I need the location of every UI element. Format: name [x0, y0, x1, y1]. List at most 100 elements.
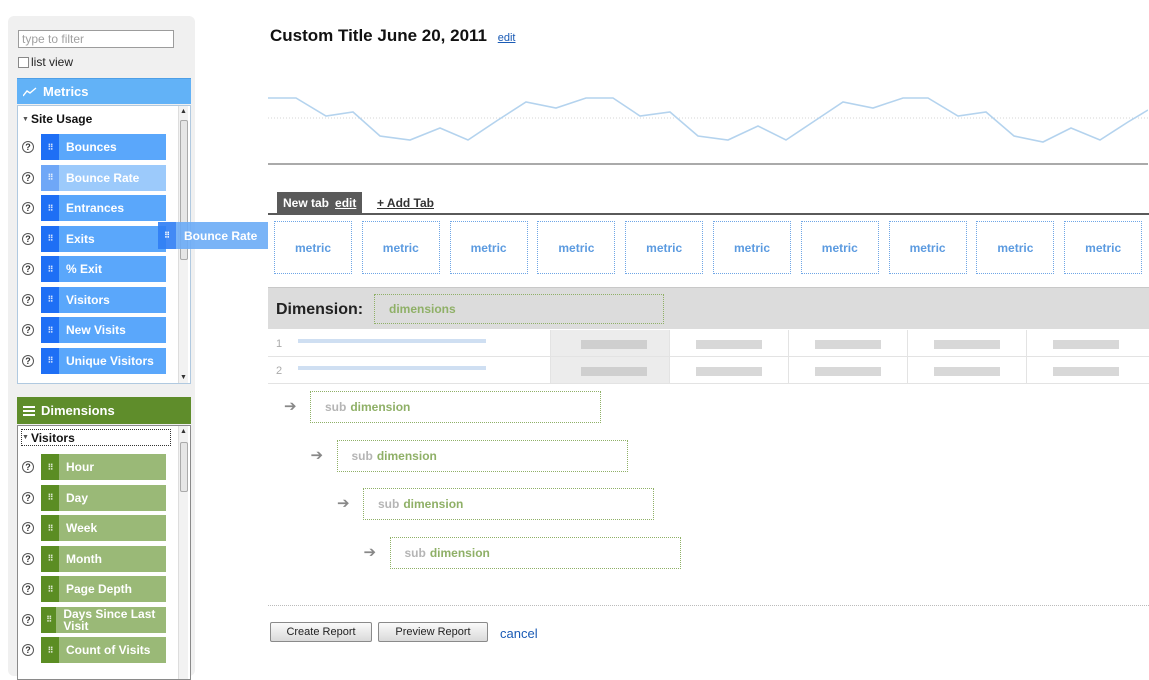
preview-report-button[interactable]: Preview Report [378, 622, 488, 642]
help-icon[interactable]: ? [22, 552, 34, 565]
metric-drop-slot[interactable]: metric [800, 221, 879, 274]
metric-drop-slot[interactable]: metric [713, 221, 791, 274]
drag-grip-icon[interactable]: ⠿ [41, 195, 59, 221]
drag-grip-icon[interactable]: ⠿ [41, 637, 59, 663]
sub-dimension-drop-slot[interactable]: sub dimension [310, 391, 601, 423]
drag-grip-icon[interactable]: ⠿ [41, 134, 59, 160]
dim-item[interactable]: ? ⠿ Days Since Last Visit [22, 606, 172, 633]
collapse-triangle-icon: ▼ [22, 434, 29, 441]
dimensions-scrollbar[interactable]: ▲ [178, 426, 188, 679]
metric-item[interactable]: ? ⠿ Bounces [22, 134, 172, 160]
help-icon[interactable]: ? [22, 141, 34, 153]
sub-dimension-drop-slot[interactable]: sub dimension [363, 488, 654, 520]
help-icon[interactable]: ? [22, 583, 34, 595]
metric-item[interactable]: ? ⠿ Visitors [22, 286, 172, 313]
tab-new-tab[interactable]: New tab edit [277, 192, 363, 214]
dimensions-panel-header[interactable]: Dimensions [17, 397, 191, 424]
scroll-up-icon[interactable]: ▲ [180, 108, 187, 115]
drag-grip-icon[interactable]: ⠿ [41, 545, 59, 572]
drag-grip-icon[interactable]: ⠿ [41, 225, 59, 252]
metric-pill[interactable]: ⠿ Bounce Rate [41, 164, 166, 191]
help-icon[interactable]: ? [22, 644, 34, 656]
help-icon[interactable]: ? [22, 232, 34, 245]
metric-item[interactable]: ? ⠿ Bounce Rate [22, 164, 172, 191]
help-icon[interactable]: ? [22, 354, 34, 367]
scroll-up-icon[interactable]: ▲ [180, 428, 187, 435]
dim-pill[interactable]: ⠿ Page Depth [41, 576, 166, 602]
help-icon[interactable]: ? [22, 263, 34, 275]
metric-item[interactable]: ? ⠿ Exits [22, 225, 172, 252]
list-view-checkbox[interactable] [18, 56, 29, 68]
drag-grip-icon[interactable]: ⠿ [41, 606, 57, 633]
metric-drop-slot[interactable]: metric [625, 221, 704, 274]
dimension-drop-slot[interactable]: dimensions [374, 294, 664, 324]
drag-grip-icon[interactable]: ⠿ [41, 515, 59, 541]
dim-item[interactable]: ? ⠿ Day [22, 484, 172, 511]
drag-grip-icon[interactable]: ⠿ [41, 347, 59, 374]
dim-item[interactable]: ? ⠿ Hour [22, 454, 172, 480]
title-edit-link[interactable]: edit [498, 32, 516, 44]
metric-item[interactable]: ? ⠿ Entrances [22, 195, 172, 221]
drag-grip-icon[interactable]: ⠿ [41, 576, 59, 602]
metric-drop-slot[interactable]: metric [274, 221, 352, 274]
dim-pill[interactable]: ⠿ Month [41, 545, 166, 572]
metric-pill[interactable]: ⠿ New Visits [41, 317, 166, 343]
dim-pill[interactable]: ⠿ Week [41, 515, 166, 541]
help-icon[interactable]: ? [22, 613, 34, 626]
help-icon[interactable]: ? [22, 522, 34, 534]
dim-item[interactable]: ? ⠿ Week [22, 515, 172, 541]
metric-drop-slot[interactable]: metric [888, 221, 967, 274]
metric-pill[interactable]: ⠿ Unique Visitors [41, 347, 166, 374]
table-row[interactable]: 1 [268, 330, 1149, 357]
drag-grip-icon[interactable]: ⠿ [41, 164, 59, 191]
help-icon[interactable]: ? [22, 171, 34, 184]
create-report-button[interactable]: Create Report [270, 622, 372, 642]
sub-dimension-drop-slot[interactable]: sub dimension [389, 536, 681, 569]
list-view-toggle[interactable]: list view [18, 55, 73, 69]
metric-drop-slot[interactable]: metric [361, 221, 440, 274]
dimensions-group-visitors[interactable]: ▼ Visitors [21, 429, 171, 446]
sub-dimension-drop-slot[interactable]: sub dimension [336, 439, 628, 472]
dim-item[interactable]: ? ⠿ Page Depth [22, 576, 172, 602]
dimensions-scroll-thumb[interactable] [180, 442, 188, 492]
metric-pill[interactable]: ⠿ % Exit [41, 256, 166, 282]
metric-pill[interactable]: ⠿ Exits [41, 225, 166, 252]
dim-pill[interactable]: ⠿ Count of Visits [41, 637, 166, 663]
help-icon[interactable]: ? [22, 293, 34, 306]
help-icon[interactable]: ? [22, 461, 34, 473]
sub-prefix: sub [351, 448, 373, 463]
metric-item[interactable]: ? ⠿ % Exit [22, 256, 172, 282]
metrics-header-label: Metrics [43, 84, 89, 99]
dim-item[interactable]: ? ⠿ Count of Visits [22, 637, 172, 663]
help-icon[interactable]: ? [22, 491, 34, 504]
dragging-metric-bounce-rate[interactable]: ⠿ Bounce Rate [158, 222, 283, 249]
scroll-down-icon[interactable]: ▼ [180, 374, 187, 381]
metric-drop-slot[interactable]: metric [449, 221, 528, 274]
help-icon[interactable]: ? [22, 202, 34, 214]
drag-grip-icon[interactable]: ⠿ [41, 454, 59, 480]
dim-pill[interactable]: ⠿ Day [41, 484, 166, 511]
metrics-group-site-usage[interactable]: ▼ Site Usage [22, 112, 92, 126]
filter-input[interactable] [18, 30, 174, 48]
drag-grip-icon[interactable]: ⠿ [41, 256, 59, 282]
metric-item[interactable]: ? ⠿ Unique Visitors [22, 347, 172, 374]
tab-edit-link[interactable]: edit [335, 196, 356, 210]
metric-pill[interactable]: ⠿ Bounces [41, 134, 166, 160]
metric-drop-slot[interactable]: metric [537, 221, 616, 274]
dim-pill[interactable]: ⠿ Days Since Last Visit [41, 606, 166, 633]
table-row[interactable]: 2 [268, 357, 1149, 384]
drag-grip-icon[interactable]: ⠿ [41, 484, 59, 511]
metric-pill[interactable]: ⠿ Entrances [41, 195, 166, 221]
help-icon[interactable]: ? [22, 324, 34, 336]
drag-grip-icon[interactable]: ⠿ [41, 286, 59, 313]
dim-item[interactable]: ? ⠿ Month [22, 545, 172, 572]
add-tab-link[interactable]: + Add Tab [377, 196, 434, 210]
dim-pill[interactable]: ⠿ Hour [41, 454, 166, 480]
drag-grip-icon[interactable]: ⠿ [41, 317, 59, 343]
metrics-panel-header[interactable]: Metrics [17, 78, 191, 104]
metric-drop-slot[interactable]: metric [976, 221, 1055, 274]
metric-pill[interactable]: ⠿ Visitors [41, 286, 166, 313]
metric-drop-slot[interactable]: metric [1064, 221, 1143, 274]
metric-item[interactable]: ? ⠿ New Visits [22, 317, 172, 343]
cancel-link[interactable]: cancel [500, 626, 538, 641]
